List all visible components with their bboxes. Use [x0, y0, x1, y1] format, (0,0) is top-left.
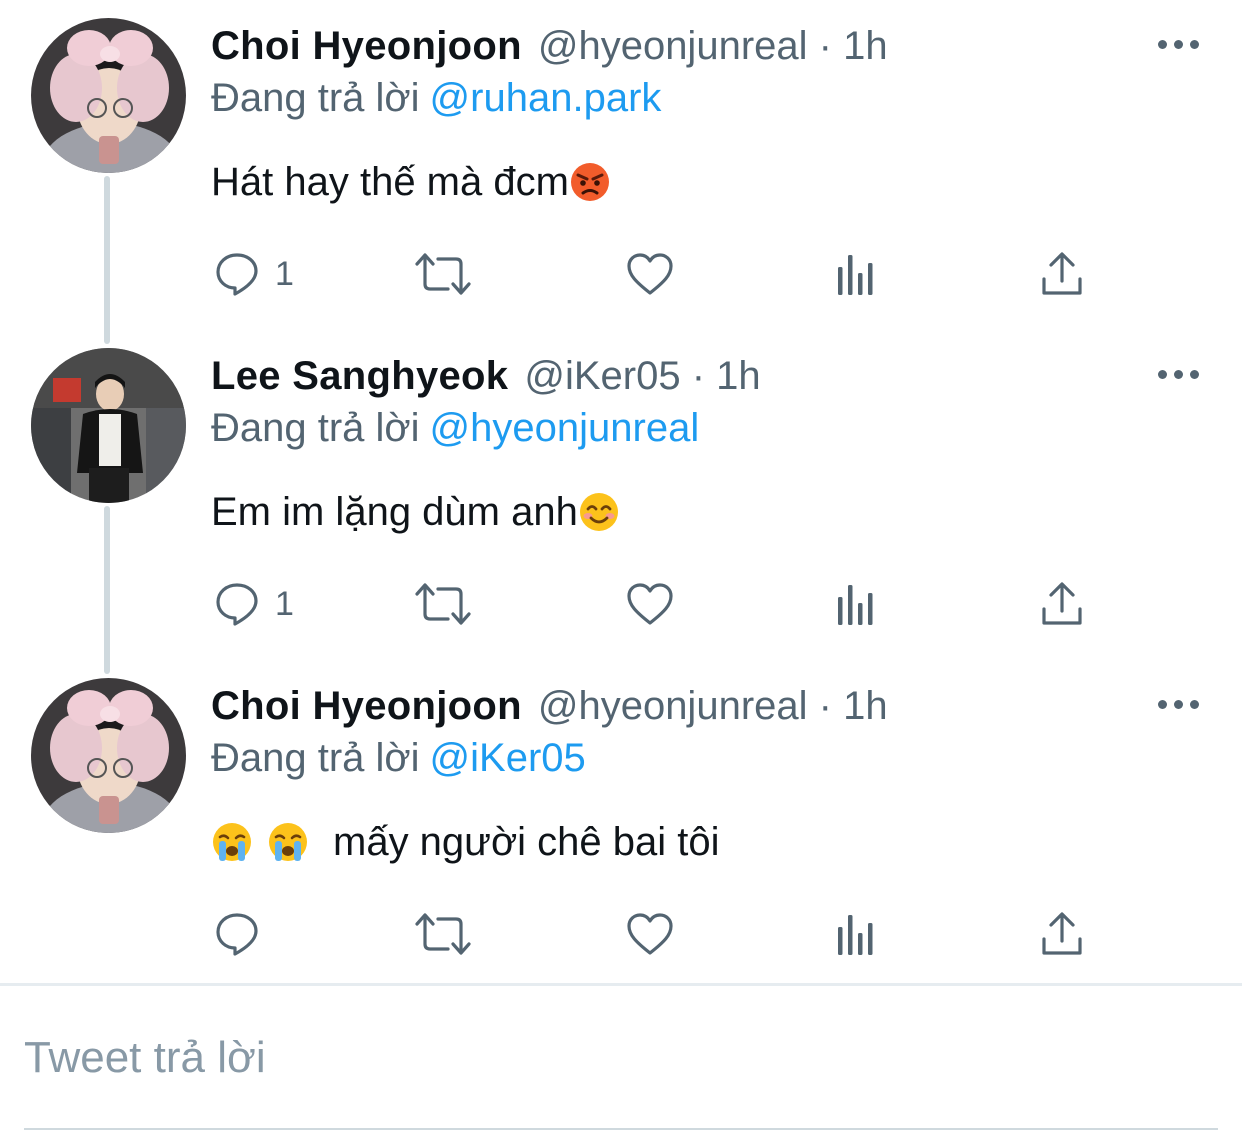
compose-underline: [24, 1128, 1218, 1130]
retweet-icon: [415, 583, 471, 625]
reply-button[interactable]: 1: [213, 248, 294, 300]
comment-icon: [216, 913, 258, 956]
avatar[interactable]: [31, 18, 186, 173]
crying-face-icon: [213, 823, 251, 861]
reply-count: 1: [275, 254, 294, 293]
share-icon: [1042, 252, 1082, 295]
more-icon[interactable]: [1158, 38, 1200, 52]
like-icon: [627, 913, 673, 955]
share-icon: [1042, 582, 1082, 625]
analytics-button[interactable]: [836, 248, 876, 300]
like-icon: [627, 253, 673, 295]
share-button[interactable]: [1040, 908, 1084, 960]
retweet-button[interactable]: [414, 908, 472, 960]
reply-button[interactable]: [213, 908, 261, 960]
smiling-face-icon: [579, 493, 618, 531]
reply-button[interactable]: 1: [213, 578, 294, 630]
timestamp[interactable]: · 1h: [819, 24, 888, 68]
crying-face-icon: [269, 823, 307, 861]
analytics-icon: [838, 915, 873, 955]
analytics-icon: [838, 585, 873, 625]
analytics-button[interactable]: [836, 578, 876, 630]
display-name[interactable]: Choi Hyeonjoon: [211, 684, 522, 728]
display-name[interactable]: Lee Sanghyeok: [211, 354, 508, 398]
retweet-icon: [415, 253, 471, 295]
analytics-icon: [838, 255, 873, 295]
like-button[interactable]: [626, 908, 674, 960]
share-button[interactable]: [1040, 578, 1084, 630]
reply-prefix: Đang trả lời: [211, 736, 420, 780]
tweet[interactable]: Lee Sanghyeok @iKer05 · 1h Đang trả lời @h…: [0, 330, 1242, 660]
like-button[interactable]: [626, 578, 674, 630]
handle[interactable]: @hyeonjunreal: [538, 24, 808, 68]
tweet-text: Em im lặng dùm anh: [211, 490, 578, 534]
like-button[interactable]: [626, 248, 674, 300]
handle[interactable]: @iKer05: [524, 354, 680, 398]
handle[interactable]: @hyeonjunreal: [538, 684, 808, 728]
retweet-button[interactable]: [414, 248, 472, 300]
tweet-text: Hát hay thế mà đcm: [211, 160, 569, 204]
share-button[interactable]: [1040, 248, 1084, 300]
tweet[interactable]: Choi Hyeonjoon @hyeonjunreal · 1h Đang tr…: [0, 0, 1242, 330]
reply-mention[interactable]: @ruhan.park: [430, 76, 662, 120]
more-icon[interactable]: [1158, 368, 1200, 382]
avatar[interactable]: [31, 678, 186, 833]
reply-prefix: Đang trả lời: [211, 76, 420, 120]
more-icon[interactable]: [1158, 698, 1200, 712]
reply-mention[interactable]: @hyeonjunreal: [430, 406, 700, 450]
comment-icon: [216, 583, 258, 626]
timestamp[interactable]: · 1h: [819, 684, 888, 728]
reply-count: 1: [275, 584, 294, 623]
retweet-button[interactable]: [414, 578, 472, 630]
comment-icon: [216, 253, 258, 296]
retweet-icon: [415, 913, 471, 955]
analytics-button[interactable]: [836, 908, 876, 960]
like-icon: [627, 583, 673, 625]
reply-compose-input[interactable]: Tweet trả lời: [24, 1032, 266, 1084]
angry-face-icon: [570, 163, 609, 201]
reply-mention[interactable]: @iKer05: [430, 736, 586, 780]
display-name[interactable]: Choi Hyeonjoon: [211, 24, 522, 68]
avatar[interactable]: [31, 348, 186, 503]
divider: [0, 983, 1242, 986]
share-icon: [1042, 912, 1082, 955]
timestamp[interactable]: · 1h: [692, 354, 761, 398]
reply-prefix: Đang trả lời: [211, 406, 420, 450]
tweet[interactable]: Choi Hyeonjoon @hyeonjunreal · 1h Đang tr…: [0, 660, 1242, 990]
tweet-text: mấy người chê bai tôi: [333, 820, 720, 864]
